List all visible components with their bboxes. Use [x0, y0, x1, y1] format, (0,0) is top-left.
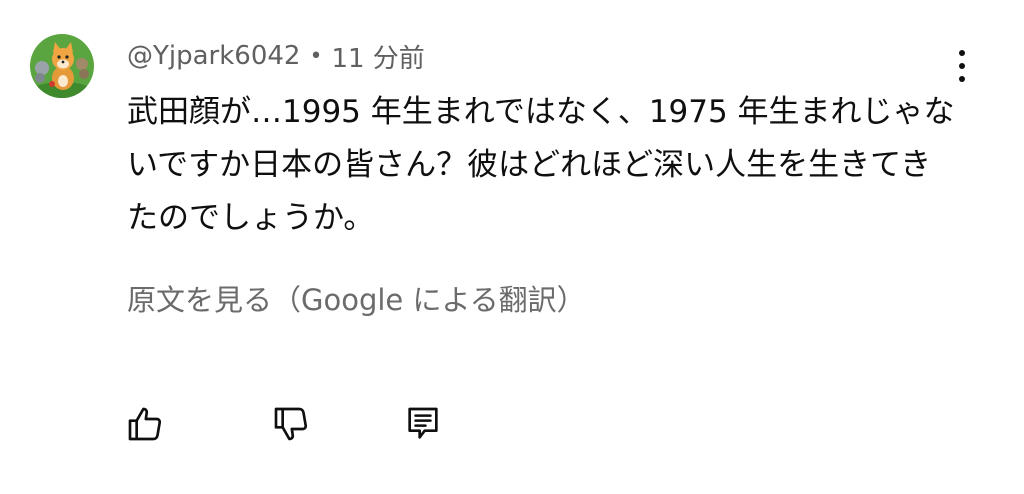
author-handle[interactable]: @Yjpark6042	[127, 41, 300, 71]
comment-thread: @Yjpark6042 • 11 分前 武田顔が…1995 年生まれではなく、1…	[0, 0, 1024, 494]
thumb-down-icon	[274, 407, 308, 441]
comment-text: 武田顔が…1995 年生まれではなく、1975 年生まれじゃないですか日本の皆さ…	[127, 94, 955, 236]
comment-meta: @Yjpark6042 • 11 分前	[127, 38, 425, 74]
menu-dot	[959, 63, 965, 69]
thumb-up-icon	[128, 407, 162, 441]
menu-dot	[959, 50, 965, 56]
like-button[interactable]	[121, 400, 169, 448]
meta-separator: •	[309, 43, 323, 69]
dislike-button[interactable]	[267, 400, 315, 448]
see-original-link[interactable]: 原文を見る（Google による翻訳）	[127, 278, 586, 322]
shiba-avatar-icon	[30, 34, 94, 98]
more-vert-icon[interactable]	[946, 46, 978, 86]
comment-timestamp: 11 分前	[331, 43, 425, 74]
reply-button[interactable]	[399, 400, 447, 448]
comment-icon	[408, 407, 438, 439]
menu-dot	[959, 76, 965, 82]
avatar[interactable]	[30, 34, 94, 98]
